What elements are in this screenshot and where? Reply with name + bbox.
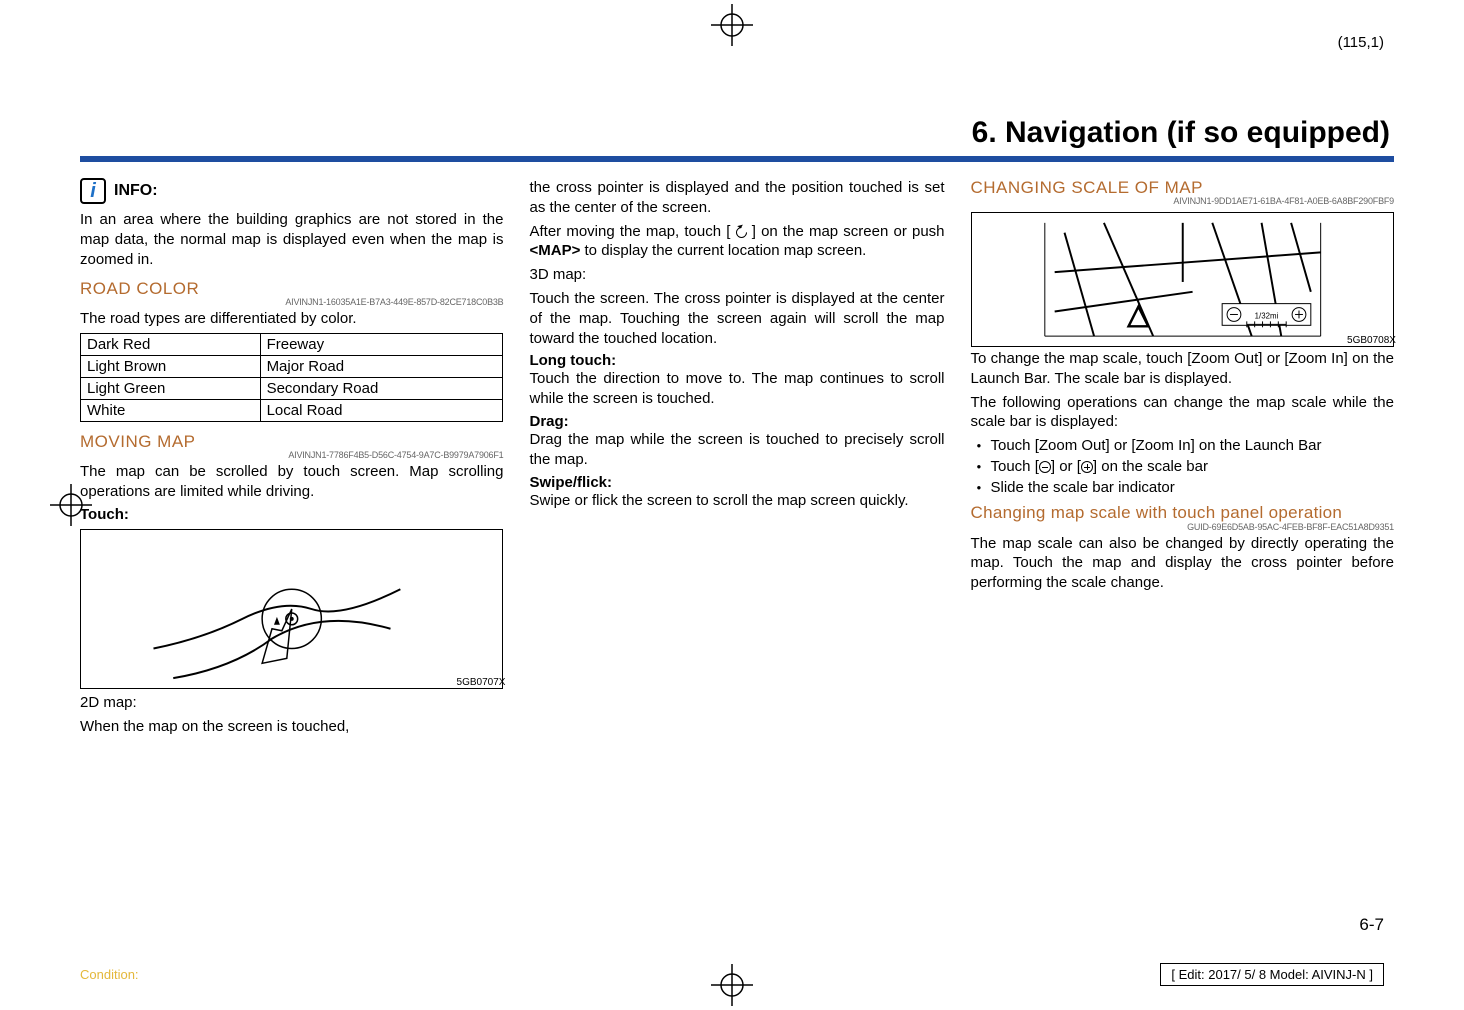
info-icon: i <box>80 178 106 204</box>
column-mid: the cross pointer is displayed and the p… <box>529 178 944 740</box>
cell: White <box>81 400 261 422</box>
long-touch-head: Long touch: <box>529 352 944 369</box>
info-row: i INFO: <box>80 178 503 204</box>
sub-head: Changing map scale with touch panel oper… <box>971 502 1394 523</box>
scale-head: CHANGING SCALE OF MAP <box>971 178 1394 198</box>
columns: i INFO: In an area where the building gr… <box>80 178 1394 740</box>
road-color-head-text: ROAD COLOR <box>80 279 199 298</box>
p-2dmap: 2D map: <box>80 693 503 713</box>
table-row: Dark RedFreeway <box>81 334 503 356</box>
r-p1: To change the map scale, touch [Zoom Out… <box>971 349 1394 389</box>
swipe-head: Swipe/flick: <box>529 474 944 491</box>
list-item: Slide the scale bar indicator <box>971 478 1394 499</box>
mid-p1: the cross pointer is displayed and the p… <box>529 178 944 218</box>
cell: Major Road <box>260 356 503 378</box>
undo-icon <box>733 224 749 240</box>
crop-mark-left <box>50 484 92 526</box>
road-color-head: ROAD COLOR <box>80 279 503 299</box>
moving-map-head-text: MOVING MAP <box>80 432 196 451</box>
map-button-label: <MAP> <box>529 242 580 259</box>
illus-code-2: 5GB0708X <box>1347 335 1396 346</box>
crop-mark-top <box>711 4 753 46</box>
list-item: Touch [] or [] on the scale bar <box>971 457 1394 478</box>
drag-head: Drag: <box>529 413 944 430</box>
p-2dmap-b: When the map on the screen is touched, <box>80 717 503 737</box>
cell: Light Green <box>81 378 261 400</box>
column-left: i INFO: In an area where the building gr… <box>80 178 503 740</box>
mid-p3: 3D map: <box>529 265 944 285</box>
illustration-touch: 5GB0707X <box>80 529 503 689</box>
r-p3: The map scale can also be changed by dir… <box>971 534 1394 593</box>
chapter-rule <box>80 156 1394 162</box>
mid-p7: Swipe or flick the screen to scroll the … <box>529 491 944 511</box>
list-item: Touch [Zoom Out] or [Zoom In] on the Lau… <box>971 436 1394 457</box>
mid-p4: Touch the screen. The cross pointer is d… <box>529 289 944 348</box>
condition-label: Condition: <box>80 967 139 982</box>
chapter-title: 6. Navigation (if so equipped) <box>80 116 1390 150</box>
illus-code-1: 5GB0707X <box>457 677 506 688</box>
table-row: WhiteLocal Road <box>81 400 503 422</box>
moving-map-head: MOVING MAP <box>80 432 503 452</box>
cell: Local Road <box>260 400 503 422</box>
scale-bullets: Touch [Zoom Out] or [Zoom In] on the Lau… <box>971 436 1394 498</box>
info-body: In an area where the building graphics a… <box>80 210 503 269</box>
cell: Dark Red <box>81 334 261 356</box>
column-right: CHANGING SCALE OF MAP AIVINJN1-9DD1AE71-… <box>971 178 1394 740</box>
crop-mark-bottom <box>711 964 753 1006</box>
mid-p2: After moving the map, touch [ ] on the m… <box>529 222 944 262</box>
cell: Secondary Road <box>260 378 503 400</box>
illustration-scale: 1/32mi 5GB0708X <box>971 212 1394 347</box>
mid-p5: Touch the direction to move to. The map … <box>529 369 944 409</box>
mid-p2c: to display the current location map scre… <box>580 242 866 259</box>
road-color-table: Dark RedFreeway Light BrownMajor Road Li… <box>80 333 503 422</box>
touch-head: Touch: <box>80 506 503 523</box>
page-number: 6-7 <box>1359 915 1384 935</box>
table-row: Light BrownMajor Road <box>81 356 503 378</box>
cell: Light Brown <box>81 356 261 378</box>
svg-text:1/32mi: 1/32mi <box>1254 311 1278 320</box>
mid-p6: Drag the map while the screen is touched… <box>529 430 944 470</box>
moving-map-body: The map can be scrolled by touch screen.… <box>80 462 503 502</box>
road-color-body: The road types are differentiated by col… <box>80 309 503 329</box>
mid-p2b: ] on the map screen or push <box>752 223 945 240</box>
scale-head-text: CHANGING SCALE OF MAP <box>971 178 1203 197</box>
cell: Freeway <box>260 334 503 356</box>
edit-info-box: [ Edit: 2017/ 5/ 8 Model: AIVINJ-N ] <box>1160 963 1384 986</box>
page-coordinate: (115,1) <box>1338 34 1384 51</box>
page-root: (115,1) 6. Navigation (if so equipped) i… <box>0 0 1464 1010</box>
table-row: Light GreenSecondary Road <box>81 378 503 400</box>
mid-p2a: After moving the map, touch [ <box>529 223 730 240</box>
info-label: INFO: <box>114 182 158 200</box>
zoom-out-icon <box>1039 461 1051 473</box>
r-p2: The following operations can change the … <box>971 393 1394 433</box>
zoom-in-icon <box>1081 461 1093 473</box>
